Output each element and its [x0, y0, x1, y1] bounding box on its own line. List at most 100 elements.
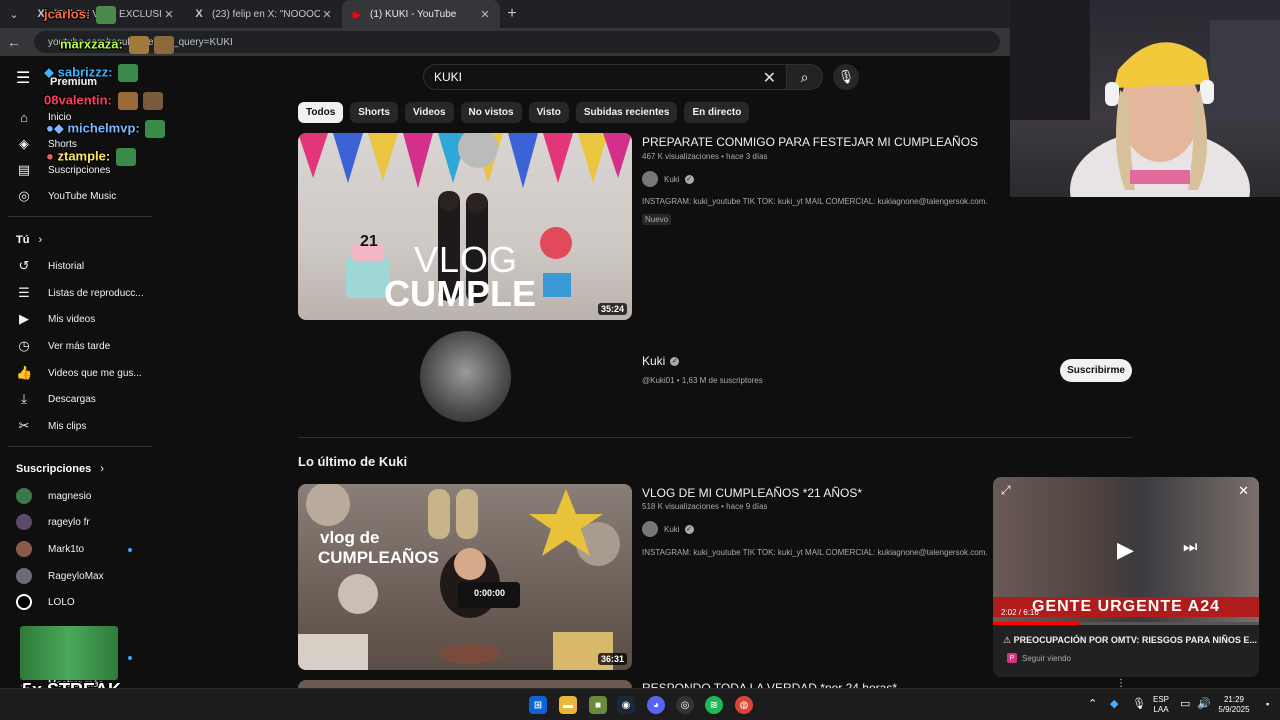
miniplayer-title[interactable]: ⚠ PREOCUPACIÓN POR OMTV: RIESGOS PARA NI…	[1003, 635, 1257, 646]
file-explorer-icon[interactable]: ▬	[559, 696, 577, 714]
search-input[interactable]: KUKI ✕	[423, 64, 787, 90]
chrome-icon[interactable]: ◍	[735, 696, 753, 714]
sidebar-item-label: Mis clips	[48, 420, 87, 432]
chip-shorts[interactable]: Shorts	[350, 102, 398, 123]
video-title[interactable]: VLOG DE MI CUMPLEAÑOS *21 AÑOS*	[642, 486, 862, 500]
sidebar-item-listas[interactable]: ☰ Listas de reproducc...	[16, 285, 144, 301]
sidebar-sub-mark1to[interactable]: Mark1to	[16, 541, 84, 557]
sidebar-item-label: Suscripciones	[48, 164, 111, 176]
close-miniplayer-icon[interactable]: ✕	[1238, 483, 1249, 499]
sidebar-item-youtube-music[interactable]: ◎ YouTube Music	[16, 188, 116, 204]
next-icon[interactable]: ⏭	[1183, 539, 1197, 557]
sidebar-sub-magnesio[interactable]: magnesio	[16, 488, 91, 504]
sidebar-item-label: LOLO	[48, 596, 75, 608]
thumbnail-digits: 21	[360, 233, 378, 250]
sidebar-subs-heading[interactable]: Suscripciones ›	[16, 463, 104, 475]
video-title[interactable]: RESPONDO TODA LA VERDAD *por 24 horas*	[642, 681, 897, 688]
discord-icon[interactable]: ◕	[647, 696, 665, 714]
channel-name[interactable]: Kuki ✓	[642, 354, 680, 368]
avatar	[642, 171, 658, 187]
network-icon[interactable]: ▭	[1180, 697, 1190, 710]
my-videos-icon: ▶	[19, 311, 29, 326]
channel-avatar[interactable]	[420, 331, 511, 422]
avatar	[16, 541, 32, 557]
sidebar-item-label: Ver más tarde	[48, 340, 111, 352]
video-thumbnail[interactable]	[298, 680, 632, 688]
miniplayer-progress[interactable]	[993, 622, 1259, 625]
chip-videos[interactable]: Videos	[404, 102, 454, 123]
close-tab-icon[interactable]: ✕	[162, 8, 176, 21]
status-label: Seguir viendo	[1022, 653, 1071, 663]
clear-search-icon[interactable]: ✕	[763, 68, 776, 88]
sidebar-item-historial[interactable]: ↺ Historial	[16, 258, 85, 274]
thumbnail-timer: 0:00:00	[474, 588, 506, 598]
chat-username: 08valentin:	[44, 92, 112, 108]
chat-username: michelmvp:	[67, 120, 140, 136]
chip-visto[interactable]: Visto	[528, 102, 569, 123]
video-channel[interactable]: Kuki ✓	[642, 521, 694, 537]
chat-badge-icon: ●◆	[46, 120, 64, 136]
minecraft-icon[interactable]: ■	[589, 696, 607, 714]
sidebar-item-mis-videos[interactable]: ▶ Mis videos	[16, 311, 95, 327]
browser-tab-2[interactable]: X (23) felip en X: "NOOOOOOOO ✕	[184, 0, 342, 28]
chip-todos[interactable]: Todos	[298, 102, 344, 123]
url-field[interactable]: youtube.com/results?search_query=KUKI	[34, 31, 1000, 53]
play-icon[interactable]: ▶	[1117, 537, 1134, 563]
browser-tab-3[interactable]: ▶ (1) KUKI - YouTube ✕	[342, 0, 500, 28]
video-channel[interactable]: Kuki ✓	[642, 171, 694, 187]
miniplayer[interactable]: ⤢ ✕ ▶ ⏭ GENTE URGENTE A24 2:02 / 6:16 ⚠ …	[993, 477, 1259, 677]
spotify-icon[interactable]: ≋	[705, 696, 723, 714]
new-content-dot	[128, 548, 132, 552]
volume-icon[interactable]: 🔊	[1197, 697, 1211, 710]
sidebar-sub-lolo[interactable]: LOLO	[16, 594, 75, 610]
subscribe-button[interactable]: Suscribirme	[1060, 359, 1132, 382]
windows-start-icon[interactable]: ⊞	[529, 696, 547, 714]
obs-icon[interactable]: ◎	[676, 696, 694, 714]
security-icon[interactable]: ◆	[1110, 697, 1118, 710]
sidebar-sub-rageylo-fr[interactable]: rageylo fr	[16, 514, 90, 530]
sidebar-item-descargas[interactable]: ⤓ Descargas	[16, 391, 96, 407]
clock[interactable]: 21:29 5/9/2025	[1214, 695, 1254, 715]
chevron-up-icon[interactable]: ⌃	[1088, 697, 1097, 710]
microphone-tray-icon[interactable]: 🎙	[1132, 697, 1146, 710]
voice-search-button[interactable]: 🎙	[833, 64, 859, 90]
video-thumbnail[interactable]: 21 vlog de CUMPLEAÑOS 0:00:00 36:31	[298, 484, 632, 670]
sidebar-item-ver-mas-tarde[interactable]: ◷ Ver más tarde	[16, 338, 110, 354]
sidebar-item-label: Listas de reproducc...	[48, 287, 144, 299]
expand-icon[interactable]: ⤢	[1001, 483, 1011, 498]
back-icon[interactable]: ←	[0, 34, 28, 50]
chip-no-vistos[interactable]: No vistos	[460, 102, 522, 123]
chip-en-directo[interactable]: En directo	[684, 102, 750, 123]
chat-message: jcarlos:	[44, 6, 116, 24]
video-title[interactable]: PREPARATE CONMIGO PARA FESTEJAR MI CUMPL…	[642, 135, 978, 149]
sidebar-you-heading[interactable]: Tú ›	[16, 234, 42, 246]
tab-search-icon[interactable]: ⌄	[2, 3, 26, 25]
streamer-figure	[1010, 0, 1280, 197]
clips-icon: ✂	[18, 418, 30, 433]
sidebar-item-mis-clips[interactable]: ✂ Mis clips	[16, 418, 87, 434]
avatar	[642, 521, 658, 537]
channel-badge-icon: P	[1007, 653, 1017, 663]
close-tab-icon[interactable]: ✕	[478, 8, 492, 21]
new-tab-icon[interactable]: +	[500, 5, 524, 23]
history-icon: ↺	[18, 258, 30, 273]
windows-taskbar: ⊞ ▬ ■ ◉ ◕ ◎ ≋ ◍ ⌃ ◆ 🎙 ESP LAA ▭ 🔊 21:29 …	[0, 688, 1280, 720]
video-meta: 518 K visualizaciones • hace 9 días	[642, 502, 768, 511]
youtube-header: ☰ KUKI ✕ ⌕ 🎙	[0, 56, 1010, 96]
chat-message: 08valentin:	[44, 92, 164, 110]
sidebar-item-label: RageyloMax	[48, 570, 104, 582]
chip-subidas-recientes[interactable]: Subidas recientes	[575, 102, 678, 123]
steam-icon[interactable]: ◉	[617, 696, 635, 714]
sidebar-sub-rageylomax[interactable]: RageyloMax	[16, 568, 104, 584]
search-button[interactable]: ⌕	[787, 64, 823, 90]
sidebar-item-liked[interactable]: 👍 Videos que me gus...	[16, 365, 142, 381]
language-code: ESP	[1152, 695, 1169, 704]
video-thumbnail[interactable]: 21 VLOG CUMPLE 35:24	[298, 133, 632, 320]
new-content-dot	[128, 656, 132, 660]
menu-icon[interactable]: ☰	[16, 68, 30, 88]
language-indicator[interactable]: ESP LAA	[1150, 695, 1172, 715]
miniplayer-status: P Seguir viendo	[1007, 653, 1071, 663]
close-tab-icon[interactable]: ✕	[320, 8, 334, 21]
sidebar-item-label: Mis videos	[48, 313, 96, 325]
notifications-icon[interactable]: ▪	[1266, 699, 1269, 709]
